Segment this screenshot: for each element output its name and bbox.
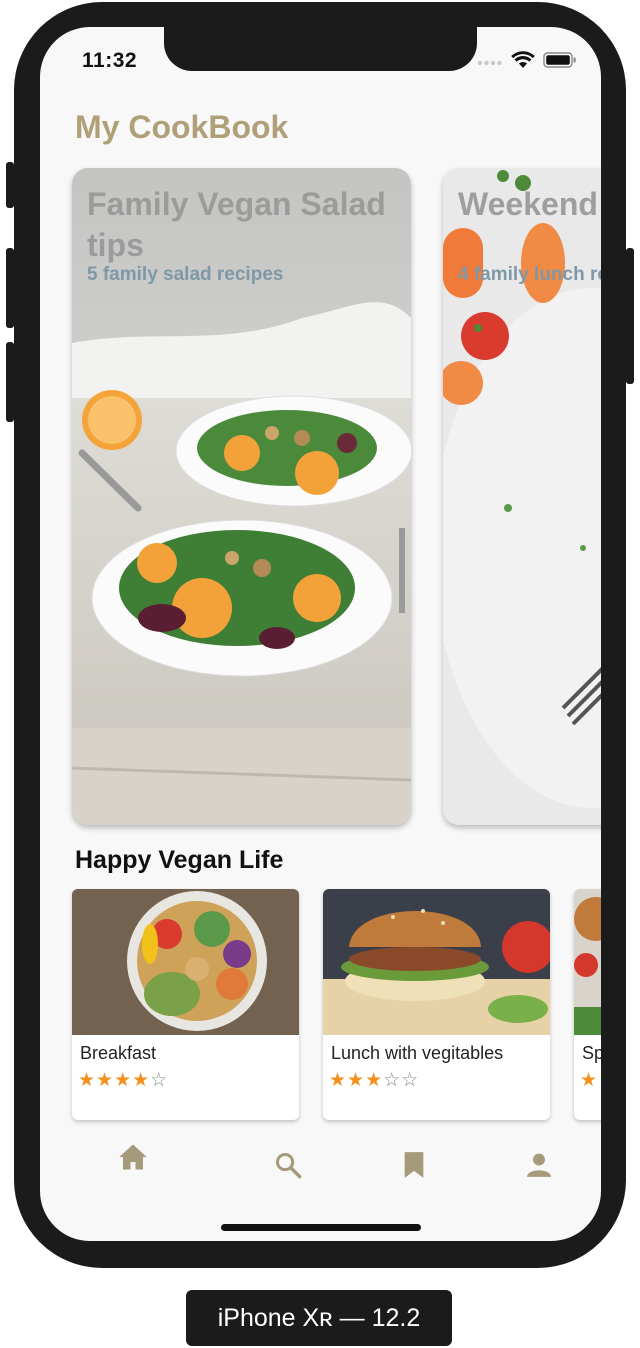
status-time: 11:32	[82, 49, 138, 72]
mute-switch	[6, 162, 14, 208]
recipe-name: Breakfast	[80, 1043, 157, 1063]
power-button	[626, 248, 634, 384]
star-rating: ★★★☆☆	[329, 1070, 420, 1091]
device-label: iPhone Xʀ — 12.2	[186, 1290, 452, 1346]
recipe-card-breakfast[interactable]: Breakfast ★★★★☆	[72, 889, 299, 1120]
battery-icon	[543, 52, 577, 73]
nav-profile[interactable]	[519, 1145, 559, 1189]
recipe-card-lunch[interactable]: Lunch with vegitables ★★★☆☆	[323, 889, 550, 1120]
status-icons	[477, 51, 577, 74]
screen: 11:32 My CookBook Family Vegan Salad tip…	[40, 27, 601, 1241]
featured-card-salad[interactable]: Family Vegan Salad tips 5 family salad r…	[72, 168, 411, 825]
nav-search[interactable]	[268, 1145, 308, 1189]
app-title: My CookBook	[75, 109, 289, 145]
volume-down-button	[6, 342, 14, 422]
notch	[164, 27, 477, 71]
featured-card-subtitle: 4 family lunch recipes	[458, 264, 601, 285]
volume-up-button	[6, 248, 14, 328]
featured-card-subtitle: 5 family salad recipes	[87, 264, 284, 285]
star-rating: ★★★★☆	[78, 1070, 169, 1091]
bottom-nav	[40, 1139, 601, 1199]
nav-home[interactable]	[113, 1137, 153, 1181]
section-title: Happy Vegan Life	[75, 846, 284, 874]
recipe-name: Sp	[582, 1043, 601, 1063]
featured-card-weekend[interactable]: Weekend Dinner tips 4 family lunch recip…	[443, 168, 601, 825]
home-icon	[118, 1143, 148, 1176]
search-icon	[274, 1151, 302, 1184]
featured-card-title: Family Vegan Salad tips	[87, 186, 386, 263]
wifi-icon	[511, 51, 535, 74]
featured-card-title: Weekend Dinner tips	[458, 186, 601, 222]
breakfast-photo	[72, 889, 299, 1035]
bookmark-icon	[403, 1151, 425, 1184]
lunch-photo	[323, 889, 550, 1035]
home-indicator[interactable]	[221, 1224, 421, 1231]
recipe-card-third[interactable]: Sp ★	[574, 889, 601, 1120]
third-photo	[574, 889, 601, 1035]
person-icon	[526, 1152, 552, 1183]
recipe-name: Lunch with vegitables	[331, 1043, 504, 1063]
nav-bookmarks[interactable]	[394, 1145, 434, 1189]
star-rating: ★	[580, 1070, 599, 1091]
signal-icon	[477, 54, 503, 72]
